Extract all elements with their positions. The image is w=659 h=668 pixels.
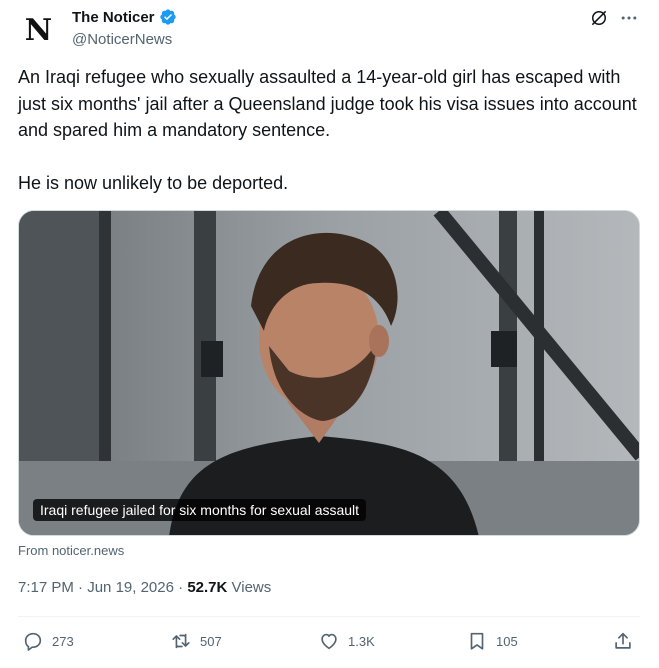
bookmark-icon [470, 632, 484, 650]
reply-button[interactable]: 273 [22, 630, 74, 652]
like-icon [321, 633, 337, 650]
tweet-meta: 7:17 PM · Jun 19, 2026 · 52.7K Views [18, 579, 271, 596]
avatar-letter: N [24, 12, 52, 48]
name-row: The Noticer [72, 8, 177, 26]
meta-separator: · [78, 579, 88, 596]
avatar[interactable]: N [16, 8, 60, 52]
share-icon [615, 632, 631, 649]
views-label: Views [231, 579, 272, 596]
grok-icon[interactable] [589, 8, 609, 28]
divider [18, 616, 640, 617]
like-button[interactable]: 1.3K [318, 630, 375, 652]
tweet-time[interactable]: 7:17 PM [18, 579, 74, 596]
reply-icon [24, 632, 42, 651]
repost-icon [172, 633, 190, 649]
tweet-header: N The Noticer @NoticerNews [16, 6, 643, 54]
link-source[interactable]: From noticer.news [18, 543, 124, 558]
tweet-date[interactable]: Jun 19, 2026 [87, 579, 174, 596]
media-caption: Iraqi refugee jailed for six months for … [33, 499, 367, 521]
handle[interactable]: @NoticerNews [72, 31, 172, 48]
tweet-paragraph-1: An Iraqi refugee who sexually assaulted … [18, 67, 637, 140]
repost-count: 507 [200, 633, 222, 649]
bookmark-count: 105 [496, 633, 518, 649]
action-bar: 273 507 1.3K 105 [18, 630, 640, 658]
photo-illustration [19, 211, 639, 535]
verified-badge-icon [159, 9, 176, 25]
media-image[interactable]: Iraqi refugee jailed for six months for … [18, 210, 640, 536]
like-count: 1.3K [348, 633, 375, 649]
reply-count: 273 [52, 633, 74, 649]
tweet-text: An Iraqi refugee who sexually assaulted … [18, 64, 638, 196]
repost-button[interactable]: 507 [170, 630, 222, 652]
display-name[interactable]: The Noticer [72, 9, 155, 26]
tweet-paragraph-2: He is now unlikely to be deported. [18, 172, 289, 193]
meta-separator: · [178, 579, 188, 596]
views-count: 52.7K [187, 579, 228, 596]
more-icon[interactable] [619, 8, 639, 28]
bookmark-button[interactable]: 105 [466, 630, 518, 652]
share-button[interactable] [612, 630, 634, 652]
